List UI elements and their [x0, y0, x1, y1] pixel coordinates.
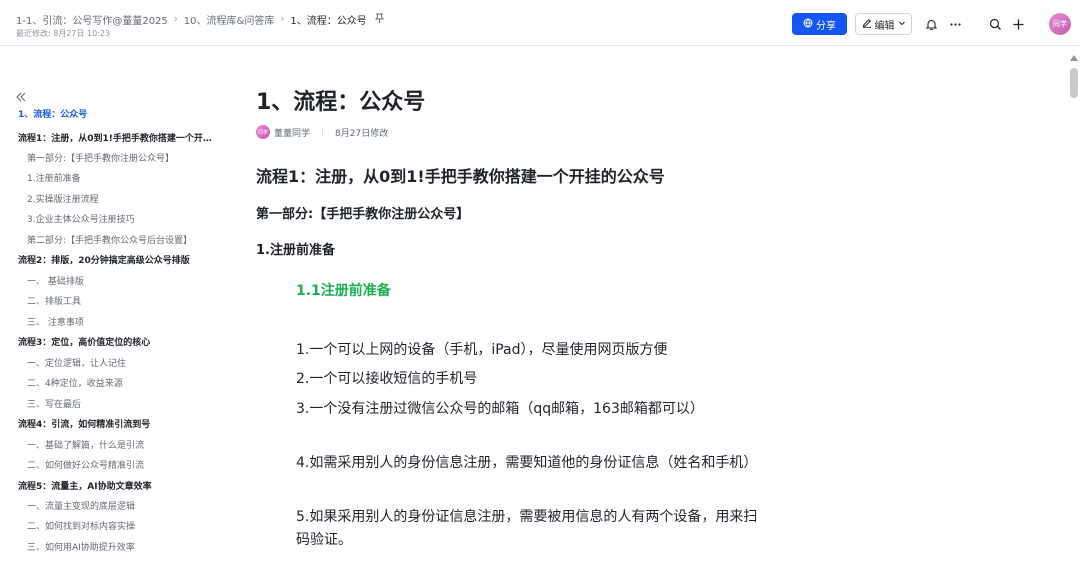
paragraph: 2.一个可以接收短信的手机号 — [296, 371, 478, 387]
modified-date: 8月27日修改 — [335, 128, 389, 139]
globe-icon — [803, 18, 813, 31]
toc-item[interactable]: 三、写在最后 — [27, 397, 81, 410]
toc-item[interactable]: 1.注册前准备 — [27, 171, 81, 184]
toc-item[interactable]: 一、定位逻辑，让人记住 — [27, 356, 126, 369]
chevron-down-icon — [898, 19, 906, 30]
user-avatar[interactable]: 同学 — [1049, 13, 1071, 35]
toc-item[interactable]: 一、流量主变现的底层逻辑 — [27, 499, 135, 512]
breadcrumb-item-current[interactable]: 1、流程：公众号 — [290, 12, 366, 27]
toc-item[interactable]: 流程4：引流，如何精准引流到号 — [18, 417, 150, 430]
toc-item[interactable]: 1、流程：公众号 — [18, 107, 87, 120]
share-label: 分享 — [816, 20, 836, 32]
bell-icon[interactable] — [921, 14, 941, 34]
toc-item[interactable]: 流程1：注册，从0到1!手把手教你搭建一个开挂的公众号 — [18, 131, 214, 144]
doc-header: 1-1、引流：公号写作@蕫蕫2025 › 10、流程库&问答库 › 1、流程：公… — [0, 0, 1080, 46]
toc-item[interactable]: 第二部分:【手把手教你公众号后台设置】 — [27, 233, 192, 246]
heading-2: 第一部分:【手把手教你注册公众号】 — [256, 207, 470, 222]
toc-item[interactable]: 二、排版工具 — [27, 294, 81, 307]
toc-item[interactable]: 流程3：定位，高价值定位的核心 — [18, 335, 150, 348]
breadcrumb: 1-1、引流：公号写作@蕫蕫2025 › 10、流程库&问答库 › 1、流程：公… — [16, 12, 384, 27]
pin-icon[interactable] — [374, 13, 384, 26]
toc-item[interactable]: 三、 注意事项 — [27, 315, 84, 328]
edit-label: 编辑 — [874, 20, 895, 32]
toc-item[interactable]: 流程2：排版，20分钟搞定高级公众号排版 — [18, 253, 190, 266]
heading-3: 1.注册前准备 — [256, 243, 335, 258]
share-button[interactable]: 分享 — [792, 13, 847, 35]
toc-item[interactable]: 流程5：流量主，AI协助文章效率 — [18, 479, 152, 492]
divider — [322, 127, 324, 137]
author-avatar[interactable]: 同学 — [256, 125, 270, 139]
breadcrumb-item-space[interactable]: 1-1、引流：公号写作@蕫蕫2025 — [16, 12, 168, 27]
breadcrumb-item-folder[interactable]: 10、流程库&问答库 — [184, 12, 275, 27]
toc-item[interactable]: 二、如何做好公众号精准引流 — [27, 458, 144, 471]
author-row: 同学 蕫蕫同学 8月27日修改 — [256, 125, 388, 139]
chevron-right-icon: › — [173, 14, 178, 25]
toc-item[interactable]: 三、如何用AI协助提升效率 — [27, 540, 135, 553]
toc-item[interactable]: 第一部分:【手把手教你注册公众号】 — [27, 151, 174, 164]
paragraph: 5.如果采用别人的身份证信息注册，需要被用信息的人有两个设备，用来扫码验证。 — [296, 509, 758, 548]
last-modified: 最近修改: 8月27日 10:23 — [16, 29, 111, 38]
toc-item[interactable]: 3.企业主体公众号注册技巧 — [27, 212, 135, 225]
toc-item[interactable]: 一、基础了解篇，什么是引流 — [27, 438, 144, 451]
scroll-up-icon[interactable] — [1068, 53, 1080, 63]
paragraph: 4.如需采用别人的身份信息注册，需要知道他的身份证信息（姓名和手机） — [296, 455, 758, 471]
search-icon[interactable] — [985, 14, 1005, 34]
toc-item[interactable]: 2.实操版注册流程 — [27, 192, 99, 205]
toc-item[interactable]: 二、如何找到对标内容实操 — [27, 519, 135, 532]
more-icon[interactable] — [945, 14, 965, 34]
edit-button[interactable]: 编辑 — [855, 13, 912, 35]
toc-item[interactable]: 一、 基础排版 — [27, 274, 84, 287]
paragraph: 3.一个没有注册过微信公众号的邮箱（qq邮箱，163邮箱都可以） — [296, 401, 704, 417]
double-chevron-left-icon[interactable] — [14, 89, 28, 103]
author-name[interactable]: 蕫蕫同学 — [274, 126, 310, 139]
toc-item[interactable]: 二、4种定位，收益来源 — [27, 376, 123, 389]
plus-icon[interactable] — [1008, 14, 1028, 34]
chevron-right-icon: › — [280, 14, 285, 25]
heading-4: 1.1注册前准备 — [296, 283, 391, 299]
heading-1: 流程1：注册，从0到1!手把手教你搭建一个开挂的公众号 — [256, 167, 665, 186]
edit-icon — [862, 18, 872, 31]
page-title: 1、流程：公众号 — [256, 90, 426, 115]
paragraph: 1.一个可以上网的设备（手机，iPad），尽量使用网页版方便 — [296, 342, 668, 358]
scrollbar-thumb[interactable] — [1070, 68, 1078, 98]
